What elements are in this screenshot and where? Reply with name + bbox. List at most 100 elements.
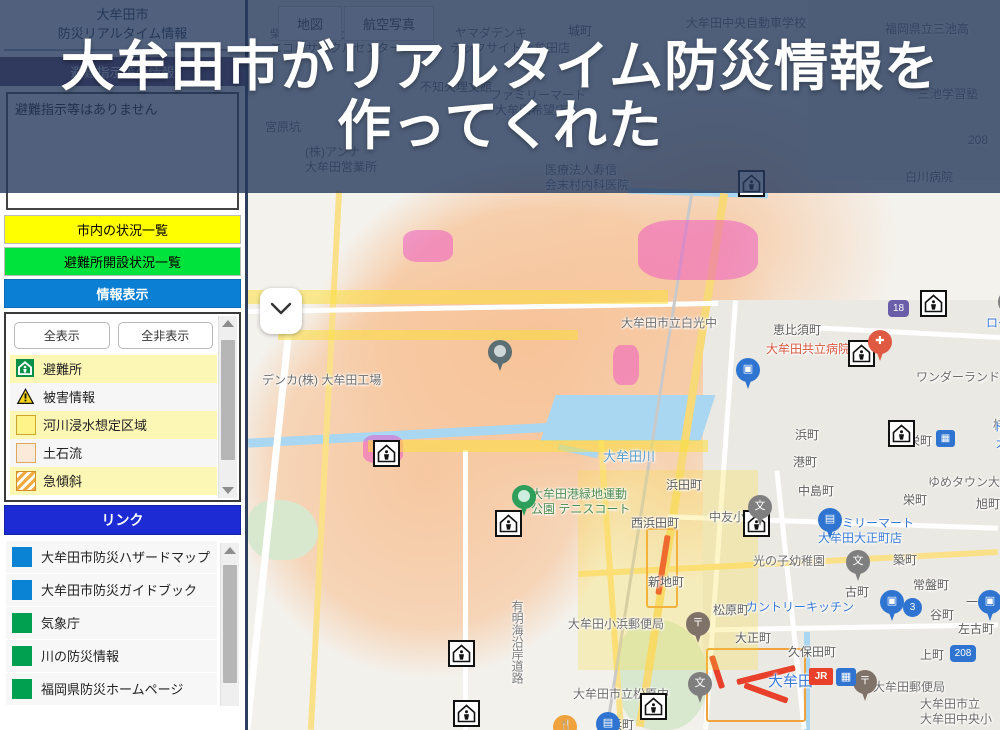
shelter-open-status-button[interactable]: 避難所開設状況一覧 xyxy=(4,246,241,276)
map-label-24: 浜田町 xyxy=(666,478,703,492)
layer-scroll-thumb[interactable] xyxy=(221,339,235,460)
hide-all-button[interactable]: 全非表示 xyxy=(117,321,213,349)
map-pin-familymart[interactable]: ▤ xyxy=(818,508,842,539)
layer-item-label: 河川浸水想定区域 xyxy=(43,418,148,434)
links-scrollbar[interactable] xyxy=(220,542,239,706)
map-zone-magenta-1 xyxy=(638,220,758,280)
map-shelter-marker-4[interactable] xyxy=(888,420,915,447)
layer-item-1[interactable]: 被害情報 xyxy=(10,382,217,411)
links-scroll-up-arrow-icon[interactable] xyxy=(224,546,236,554)
layer-item-3[interactable]: 土石流 xyxy=(10,438,217,467)
map-label-59: 大牟田郵便局 xyxy=(873,680,946,694)
hatched-box xyxy=(16,470,36,491)
map-pin-post-omuta[interactable]: 〒 xyxy=(853,670,877,701)
map-shelter-marker-1[interactable] xyxy=(920,290,947,317)
map-label-21: 港町 xyxy=(793,455,818,469)
map-pin-poi-1[interactable] xyxy=(488,340,512,371)
post-icon: 〒 xyxy=(692,617,704,629)
map-pin-school-matsubara[interactable]: 文 xyxy=(688,672,712,703)
map-label-58: 大牟田 xyxy=(768,673,814,690)
link-item-label: 川の防災情報 xyxy=(41,649,120,665)
links-header[interactable]: リンク xyxy=(4,504,241,535)
link-item-label: 大牟田市防災ハザードマップ xyxy=(41,550,211,566)
yellow-box xyxy=(16,414,36,435)
show-all-button[interactable]: 全表示 xyxy=(14,321,110,349)
map-pin-shop-tani[interactable]: ▣ xyxy=(880,590,904,621)
map-pin-store-bottom[interactable]: ▤ xyxy=(596,712,620,730)
map-label-61: 大牟田中央小 xyxy=(920,712,993,726)
city-status-list-button[interactable]: 市内の状況一覧 xyxy=(4,214,241,244)
map-label-54: 左古町 xyxy=(958,622,995,636)
map-shelter-marker-10[interactable] xyxy=(373,440,400,467)
link-color-swatch xyxy=(12,579,32,600)
shelter-icon xyxy=(16,358,36,379)
bag-icon: ▣ xyxy=(886,595,898,607)
map-label-6: 大牟田市立白光中 xyxy=(621,316,718,330)
link-item-4[interactable]: 福岡県防災ホームページ xyxy=(6,672,217,706)
map-pin-post-kohama[interactable]: 〒 xyxy=(686,612,710,643)
layer-item-4[interactable]: 急傾斜 xyxy=(10,466,217,495)
map-shelter-marker-9[interactable] xyxy=(453,700,480,727)
layer-toggle-row: 全表示 全非表示 xyxy=(10,318,217,355)
layer-list[interactable]: 避難所被害情報河川浸水想定区域 土石流急傾斜 xyxy=(10,354,217,495)
link-item-3[interactable]: 川の防災情報 xyxy=(6,639,217,673)
layer-item-label: 土石流 xyxy=(43,446,83,462)
chevron-down-icon xyxy=(270,302,292,321)
link-item-label: 気象庁 xyxy=(41,616,81,632)
map-label-32: 光の子幼稚園 xyxy=(753,554,826,568)
map-pin-park-tennis[interactable] xyxy=(512,485,536,516)
link-item-1[interactable]: 大牟田市防災ガイドブック xyxy=(6,573,217,607)
info-display-button[interactable]: 情報表示 xyxy=(4,278,241,308)
layer-item-label: 避難所 xyxy=(43,362,83,378)
store-icon: ▤ xyxy=(824,513,836,525)
map-label-63: 有明海沿岸道路 xyxy=(510,600,525,684)
shelter-icon xyxy=(377,444,396,463)
map-pin-shopping-1[interactable]: ▣ xyxy=(736,358,760,389)
map-zone-magenta-2 xyxy=(403,230,453,262)
map-label-28: 中友小 xyxy=(709,510,746,524)
station-badge-jr: JR xyxy=(809,668,833,685)
map-pin-shop-furumachi[interactable]: ▣ xyxy=(978,590,1000,621)
scroll-up-arrow-icon[interactable] xyxy=(222,319,234,327)
overlay-headline-line1: 大牟田市がリアルタイム防災情報を xyxy=(60,37,940,98)
map-zone-flood-3 xyxy=(368,440,708,452)
link-color-swatch xyxy=(12,546,32,567)
map-shelter-marker-8[interactable] xyxy=(448,640,475,667)
map-pin-school-nakatomo[interactable]: 文 xyxy=(748,495,772,526)
scroll-down-arrow-icon[interactable] xyxy=(222,486,234,494)
route-shield-208-b: 208 xyxy=(950,645,976,662)
map-shelter-marker-11[interactable] xyxy=(640,693,667,720)
map-label-17: ドラッグストアモリ xyxy=(993,420,1000,434)
map-label-12: ワンダーランド日出町店 xyxy=(916,370,1000,384)
map-label-49: 久保田町 xyxy=(788,645,837,659)
hospital-icon: ✚ xyxy=(875,335,885,347)
links-scroll-thumb[interactable] xyxy=(223,564,237,683)
bag-icon: ▣ xyxy=(742,363,754,375)
map-label-34: 旭町 xyxy=(976,497,1000,511)
links-panel-content: 大牟田市防災ハザードマップ大牟田市防災ガイドブック気象庁川の防災情報福岡県防災ホ… xyxy=(6,540,217,706)
map-label-18: 大牟田東新町店 xyxy=(996,436,1000,450)
map-label-51: 築町 xyxy=(893,553,918,567)
map-label-20: 浜町 xyxy=(795,428,820,442)
map-pin-hospital-1[interactable]: ✚ xyxy=(868,330,892,361)
title-overlay-text: 大牟田市がリアルタイム防災情報を 作ってくれた xyxy=(0,0,1000,193)
overlay-headline-line2: 作ってくれた xyxy=(337,95,663,156)
link-item-2[interactable]: 気象庁 xyxy=(6,606,217,640)
restaurant-icon: 🍴 xyxy=(559,720,573,730)
station-badge-shinsakae: ▦ xyxy=(936,430,955,447)
layer-item-0[interactable]: 避難所 xyxy=(10,354,217,383)
layer-item-2[interactable]: 河川浸水想定区域 xyxy=(10,410,217,439)
shelter-icon xyxy=(924,294,943,313)
peach-box xyxy=(16,442,36,463)
link-item-0[interactable]: 大牟田市防災ハザードマップ xyxy=(6,540,217,574)
map-zone-flood-1 xyxy=(248,290,668,304)
collapse-panel-button[interactable] xyxy=(260,288,302,334)
map-pin-kindergarten[interactable]: 文 xyxy=(846,550,870,581)
map-label-45: 松原町 xyxy=(713,603,750,617)
school-icon: 文 xyxy=(754,500,766,512)
layer-scrollbar[interactable] xyxy=(218,315,237,498)
route-shield-18: 18 xyxy=(888,300,909,317)
map-pin-restaurant-bottom[interactable]: 🍴 xyxy=(553,715,577,730)
map-label-50: 常盤町 xyxy=(913,578,950,592)
link-list[interactable]: 大牟田市防災ハザードマップ大牟田市防災ガイドブック気象庁川の防災情報福岡県防災ホ… xyxy=(6,540,217,706)
